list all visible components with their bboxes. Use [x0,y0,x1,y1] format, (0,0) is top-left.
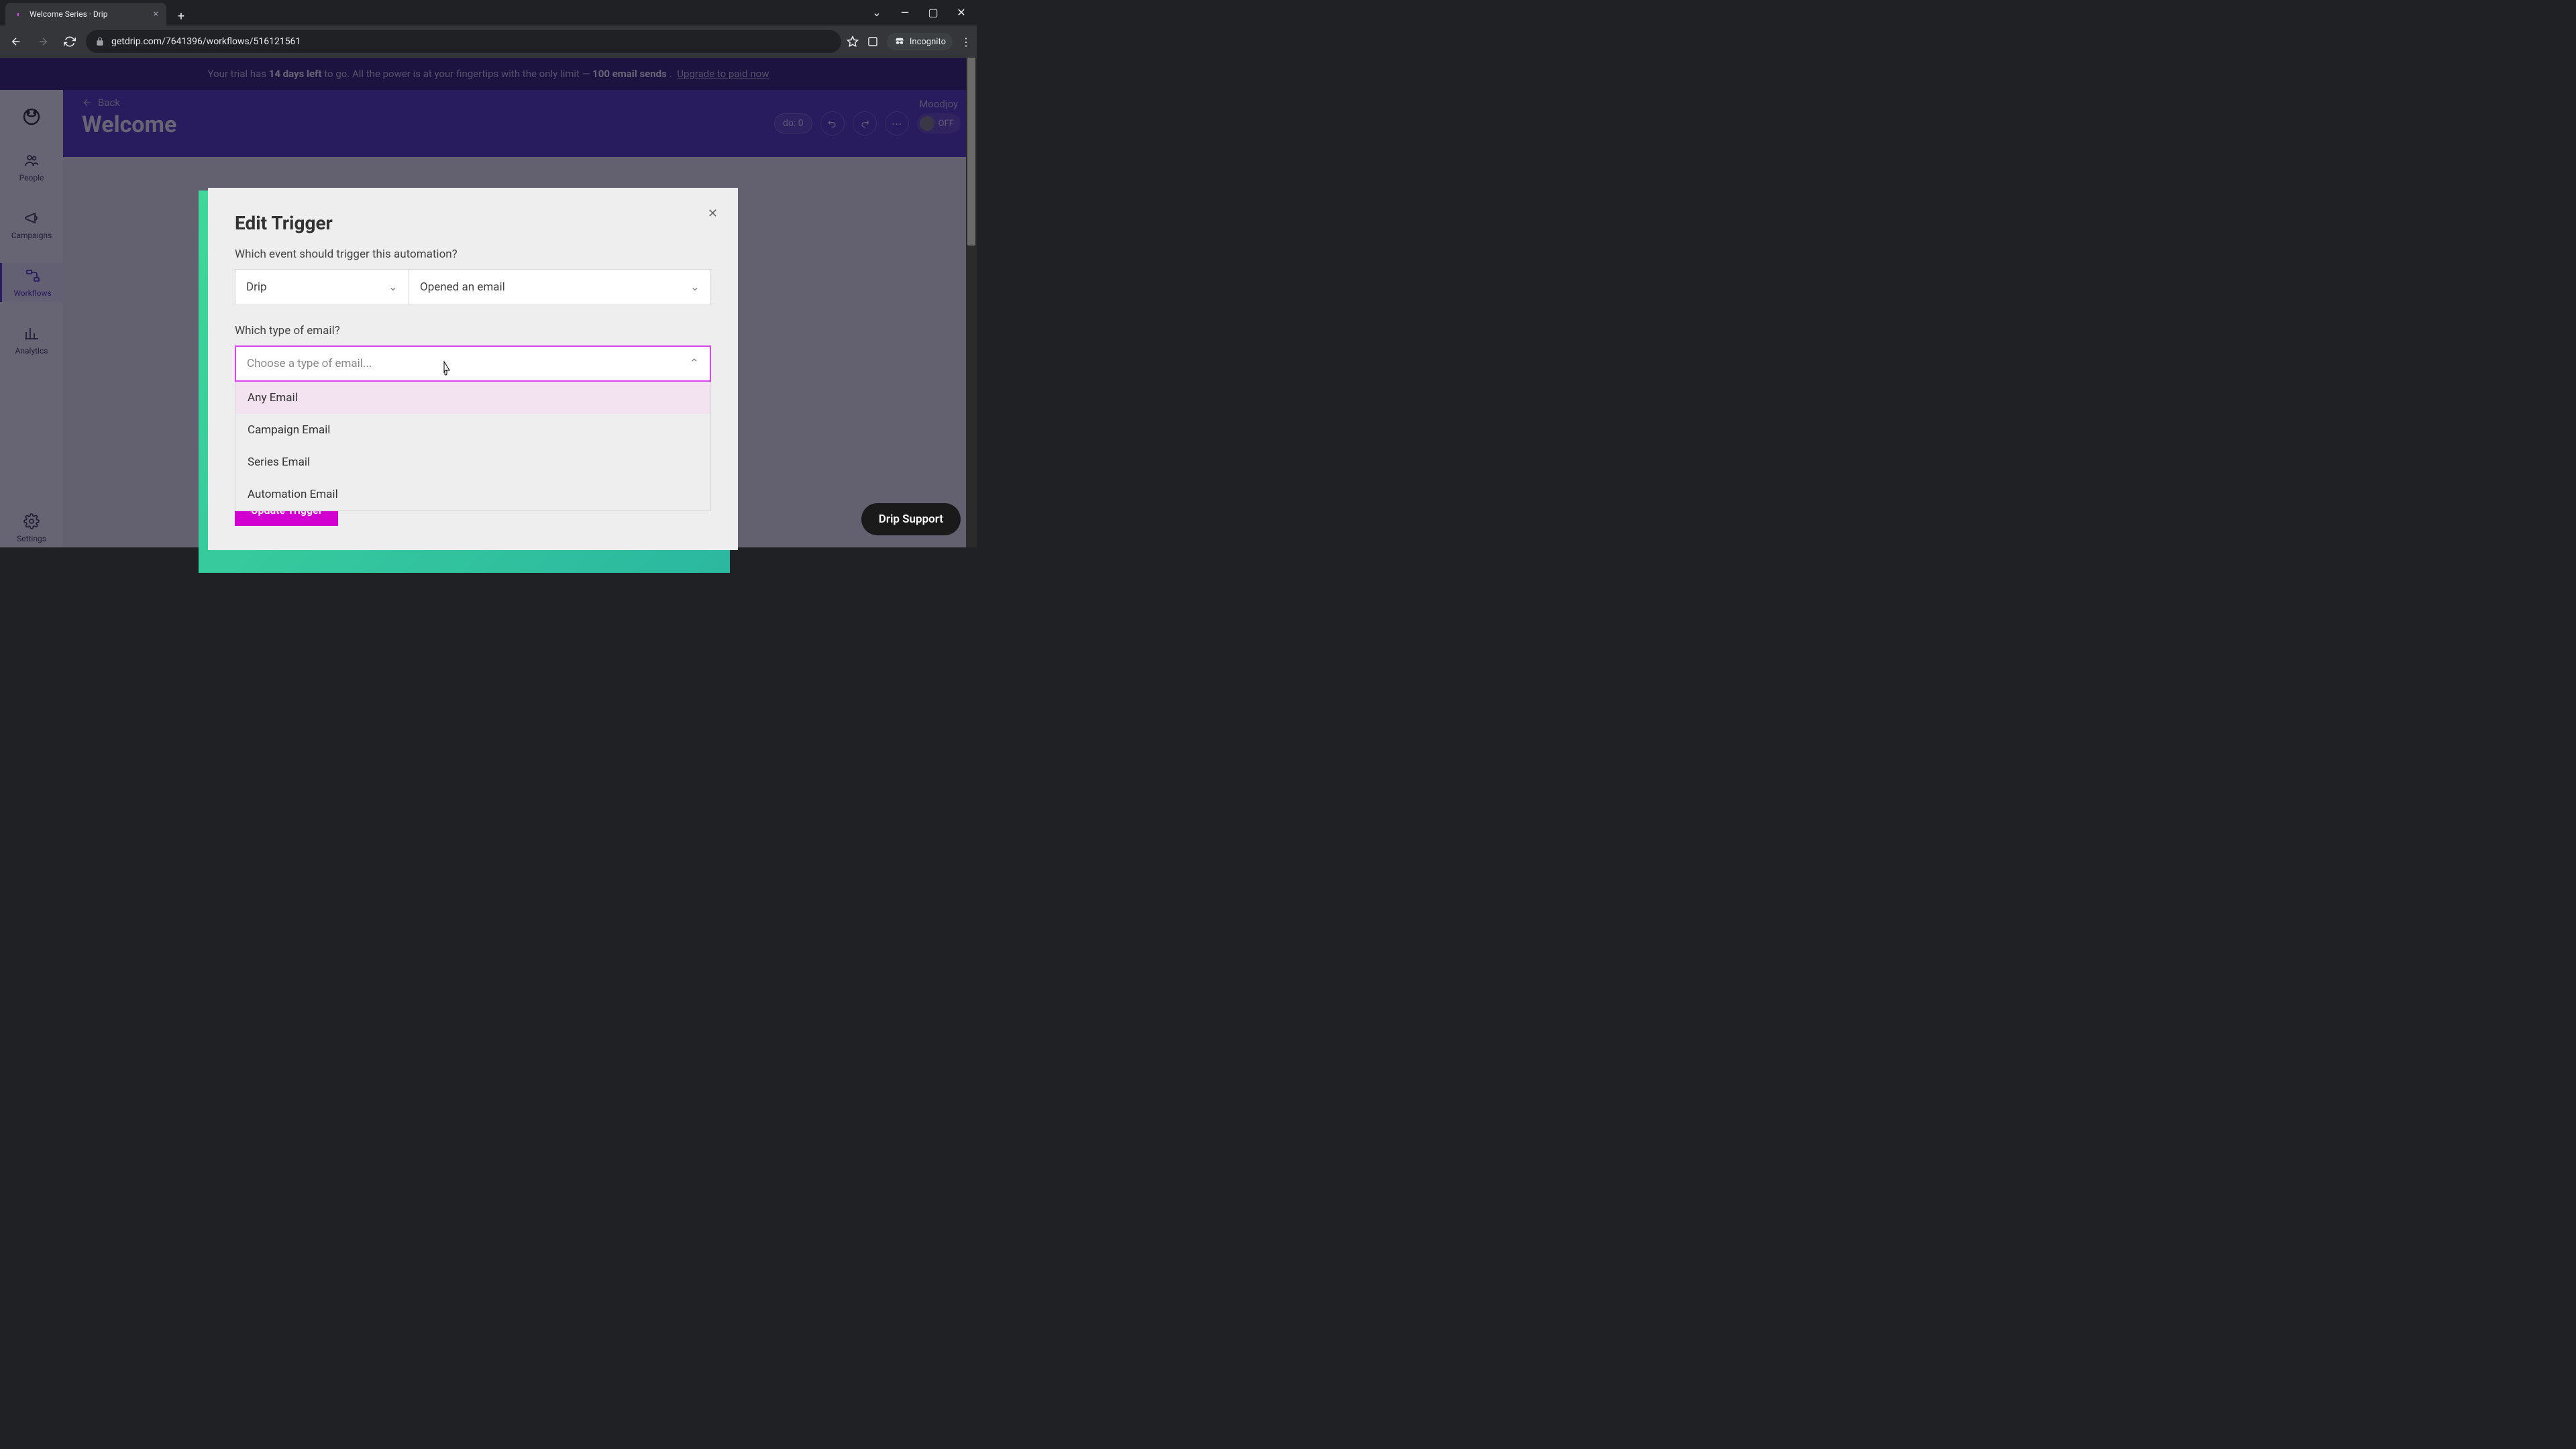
drip-favicon-icon: ◐ [13,9,24,19]
modal-body: Edit Trigger ✕ Which event should trigge… [208,188,738,550]
chevron-down-icon[interactable]: ⌄ [867,5,887,19]
scrollbar[interactable] [966,58,977,547]
lock-icon [95,37,105,46]
window-controls: ⌄ — ▢ ✕ [867,5,971,19]
address-bar[interactable]: getdrip.com/7641396/workflows/516121561 [86,30,841,53]
event-select[interactable]: Opened an email ⌄ [409,269,711,305]
url-text: getdrip.com/7641396/workflows/516121561 [111,36,301,47]
reload-button[interactable] [59,31,80,52]
address-bar-row: getdrip.com/7641396/workflows/516121561 … [0,25,977,58]
browser-chrome: ◐ Welcome Series · Drip × + ⌄ — ▢ ✕ getd… [0,0,977,58]
email-type-select-wrap: Choose a type of email... ⌃ Any Email Ca… [235,345,711,382]
extensions-icon[interactable] [867,36,879,48]
source-select[interactable]: Drip ⌄ [235,269,409,305]
modal-title: Edit Trigger [235,212,711,234]
incognito-badge[interactable]: Incognito [887,33,953,50]
back-button[interactable] [5,31,27,52]
forward-button[interactable] [32,31,54,52]
source-value: Drip [246,280,267,294]
chevron-up-icon: ⌃ [690,357,699,370]
app-area: Your trial has 14 days left to go. All t… [0,58,977,547]
incognito-label: Incognito [910,37,946,47]
dropdown-option-automation-email[interactable]: Automation Email [235,478,710,511]
edit-trigger-modal: Edit Trigger ✕ Which event should trigge… [208,188,747,550]
dropdown-option-campaign-email[interactable]: Campaign Email [235,414,710,446]
close-modal-button[interactable]: ✕ [708,207,718,221]
dropdown-option-any-email[interactable]: Any Email [235,382,710,414]
email-type-dropdown: Any Email Campaign Email Series Email Au… [235,382,711,511]
event-select-row: Drip ⌄ Opened an email ⌄ [235,269,711,305]
chevron-down-icon: ⌄ [690,280,700,294]
drip-support-button[interactable]: Drip Support [861,503,961,535]
close-tab-icon[interactable]: × [154,9,158,19]
email-type-placeholder: Choose a type of email... [247,357,372,370]
close-window-icon[interactable]: ✕ [951,5,971,19]
tab-bar: ◐ Welcome Series · Drip × + [0,0,977,25]
browser-tab[interactable]: ◐ Welcome Series · Drip × [5,3,166,25]
dropdown-option-series-email[interactable]: Series Email [235,446,710,478]
scrollbar-thumb[interactable] [967,58,975,246]
email-type-question-label: Which type of email? [235,324,711,337]
new-tab-button[interactable]: + [172,7,191,25]
star-icon[interactable] [847,36,859,48]
email-type-select[interactable]: Choose a type of email... ⌃ [235,345,711,382]
event-value: Opened an email [420,280,505,294]
kebab-menu-icon[interactable]: ⋮ [961,36,971,48]
minimize-icon[interactable]: — [895,5,915,19]
maximize-icon[interactable]: ▢ [923,5,943,19]
toolbar-right: Incognito ⋮ [847,33,971,50]
event-question-label: Which event should trigger this automati… [235,248,711,261]
tab-title: Welcome Series · Drip [30,9,107,19]
chevron-down-icon: ⌄ [388,280,398,294]
